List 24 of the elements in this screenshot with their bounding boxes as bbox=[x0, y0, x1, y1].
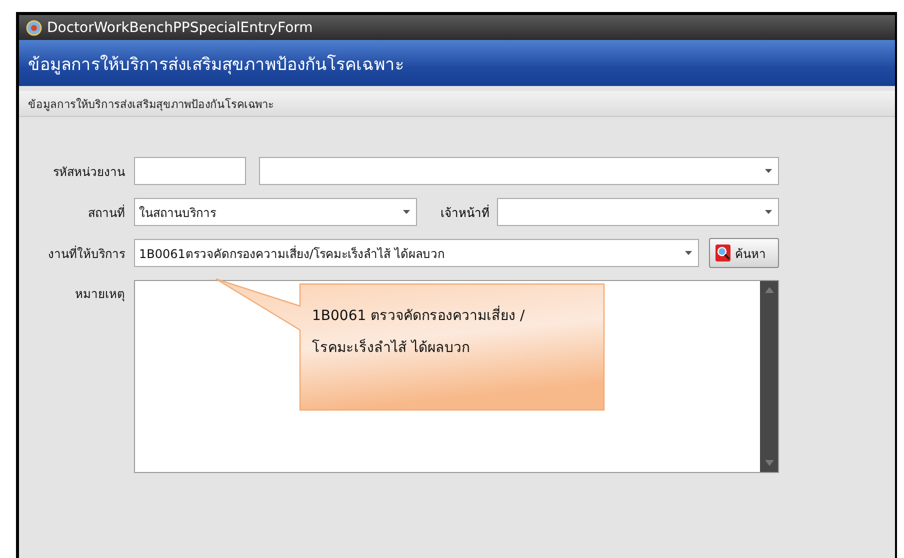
dropdown-caret-icon bbox=[685, 251, 692, 255]
dropdown-caret-icon bbox=[402, 210, 410, 214]
app-icon bbox=[26, 20, 42, 36]
scroll-up-icon[interactable] bbox=[764, 287, 774, 293]
dropdown-field[interactable] bbox=[496, 198, 779, 226]
callout-text: 1B0061 ตรวจคัดกรองความเสี่ยง / โรคมะเร็งลำไส้ ได้ผลบวก bbox=[312, 300, 525, 364]
section-header: ข้อมูลการให้บริการส่งเสริมสุขภาพป้องกันโรคเฉพาะ bbox=[19, 91, 895, 117]
remarks-field[interactable]: 1B0061 ตรวจคัดกรองความเสี่ยง / โรคมะเร็งลำไส้ ได้ผลบวก bbox=[134, 280, 779, 473]
dropdown-field[interactable]: ในสถานบริการ bbox=[134, 198, 416, 226]
field-label: หมายเหตุ bbox=[74, 286, 125, 303]
search-icon bbox=[715, 244, 732, 262]
field-label: งานที่ให้บริการ bbox=[47, 244, 125, 262]
field-label: สถานที่ bbox=[87, 204, 125, 222]
window-title: DoctorWorkBenchPPSpecialEntryForm bbox=[47, 20, 313, 36]
dropdown-caret-icon bbox=[765, 169, 772, 173]
dropdown-caret-icon bbox=[765, 210, 772, 214]
scroll-down-icon[interactable] bbox=[764, 460, 774, 466]
text-field[interactable] bbox=[134, 157, 246, 185]
dropdown-field[interactable]: 1B0061ตรวจคัดกรองความเสี่ยง/โรคมะเร็งลำไส้ ได้ผลบวก bbox=[134, 239, 699, 267]
field-label: รหัสหน่วยงาน bbox=[52, 164, 125, 180]
field-label: เจ้าหน้าที่ bbox=[440, 204, 490, 222]
search-button[interactable]: ค้นหา bbox=[709, 238, 779, 268]
dropdown-field[interactable] bbox=[259, 157, 779, 185]
form-header: ข้อมูลการให้บริการส่งเสริมสุขภาพป้องกันโรคเฉพาะ bbox=[19, 40, 895, 86]
